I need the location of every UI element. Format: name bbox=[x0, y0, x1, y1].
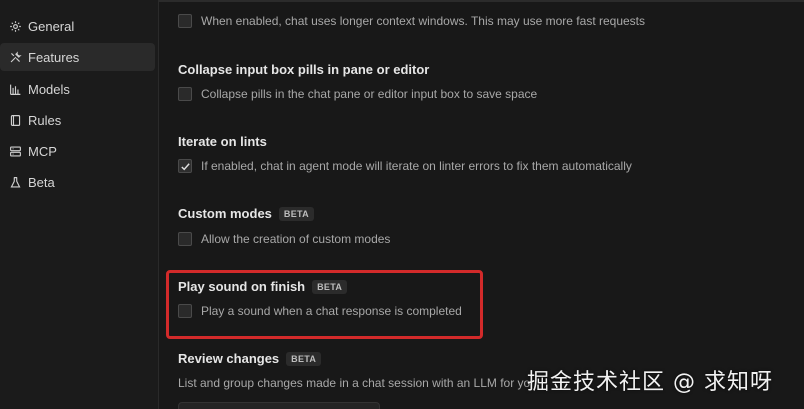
sidebar-item-label: Models bbox=[28, 81, 70, 97]
setting-description: When enabled, chat uses longer context w… bbox=[201, 14, 646, 28]
setting-collapse-pills: Collapse pills in the chat pane or edito… bbox=[178, 87, 537, 101]
setting-title-text: Collapse input box pills in pane or edit… bbox=[178, 62, 430, 77]
setting-description: Allow the creation of custom modes bbox=[201, 232, 391, 246]
tools-icon bbox=[8, 50, 22, 64]
setting-iterate-lints: If enabled, chat in agent mode will iter… bbox=[178, 159, 632, 173]
sidebar-item-label: Beta bbox=[28, 174, 55, 190]
setting-title-text: Iterate on lints bbox=[178, 134, 267, 149]
review-changes-description: List and group changes made in a chat se… bbox=[178, 376, 531, 390]
beta-badge: BETA bbox=[286, 351, 322, 366]
collapse-pills-checkbox[interactable] bbox=[178, 87, 192, 101]
setting-description: If enabled, chat in agent mode will iter… bbox=[201, 159, 632, 173]
sidebar-item-rules[interactable]: Rules bbox=[0, 106, 155, 134]
iterate-lints-checkbox[interactable] bbox=[178, 159, 192, 173]
setting-title-iterate-lints: Iterate on lints bbox=[178, 134, 267, 149]
sidebar-item-label: Features bbox=[28, 49, 80, 65]
beta-badge: BETA bbox=[278, 206, 314, 221]
sidebar-item-mcp[interactable]: MCP bbox=[0, 137, 155, 165]
book-icon bbox=[8, 113, 22, 127]
annotation-highlight-box bbox=[166, 270, 483, 339]
long-context-checkbox[interactable] bbox=[178, 14, 192, 28]
setting-long-context: When enabled, chat uses longer context w… bbox=[178, 14, 645, 28]
settings-window: General Features Models Rules MCP Beta W… bbox=[0, 0, 804, 409]
setting-title-text: Review changes bbox=[178, 351, 280, 366]
sidebar-item-label: Rules bbox=[28, 112, 62, 128]
custom-modes-checkbox[interactable] bbox=[178, 232, 192, 246]
sidebar-item-beta[interactable]: Beta bbox=[0, 168, 155, 196]
flask-icon bbox=[8, 175, 22, 189]
gear-icon bbox=[8, 19, 22, 33]
checkmark-icon bbox=[180, 162, 190, 170]
sidebar-item-models[interactable]: Models bbox=[0, 75, 155, 103]
setting-title-review-changes: Review changes BETA bbox=[178, 351, 322, 366]
sidebar-item-general[interactable]: General bbox=[0, 12, 155, 40]
sidebar-item-label: General bbox=[28, 18, 75, 34]
setting-title-text: Custom modes bbox=[178, 206, 272, 221]
setting-title-custom-modes: Custom modes BETA bbox=[178, 206, 314, 221]
setting-custom-modes: Allow the creation of custom modes bbox=[178, 232, 390, 246]
setting-title-collapse-pills: Collapse input box pills in pane or edit… bbox=[178, 62, 429, 77]
review-changes-dropdown[interactable] bbox=[178, 402, 380, 409]
features-settings-panel: When enabled, chat uses longer context w… bbox=[159, 0, 804, 409]
setting-description: Collapse pills in the chat pane or edito… bbox=[201, 87, 538, 101]
sidebar-item-features[interactable]: Features bbox=[0, 43, 155, 71]
bar-chart-icon bbox=[8, 82, 22, 96]
watermark-text: 掘金技术社区 @ 求知呀 bbox=[527, 370, 773, 395]
settings-sidebar: General Features Models Rules MCP Beta bbox=[0, 0, 159, 409]
server-icon bbox=[8, 144, 22, 158]
sidebar-item-label: MCP bbox=[28, 143, 57, 159]
